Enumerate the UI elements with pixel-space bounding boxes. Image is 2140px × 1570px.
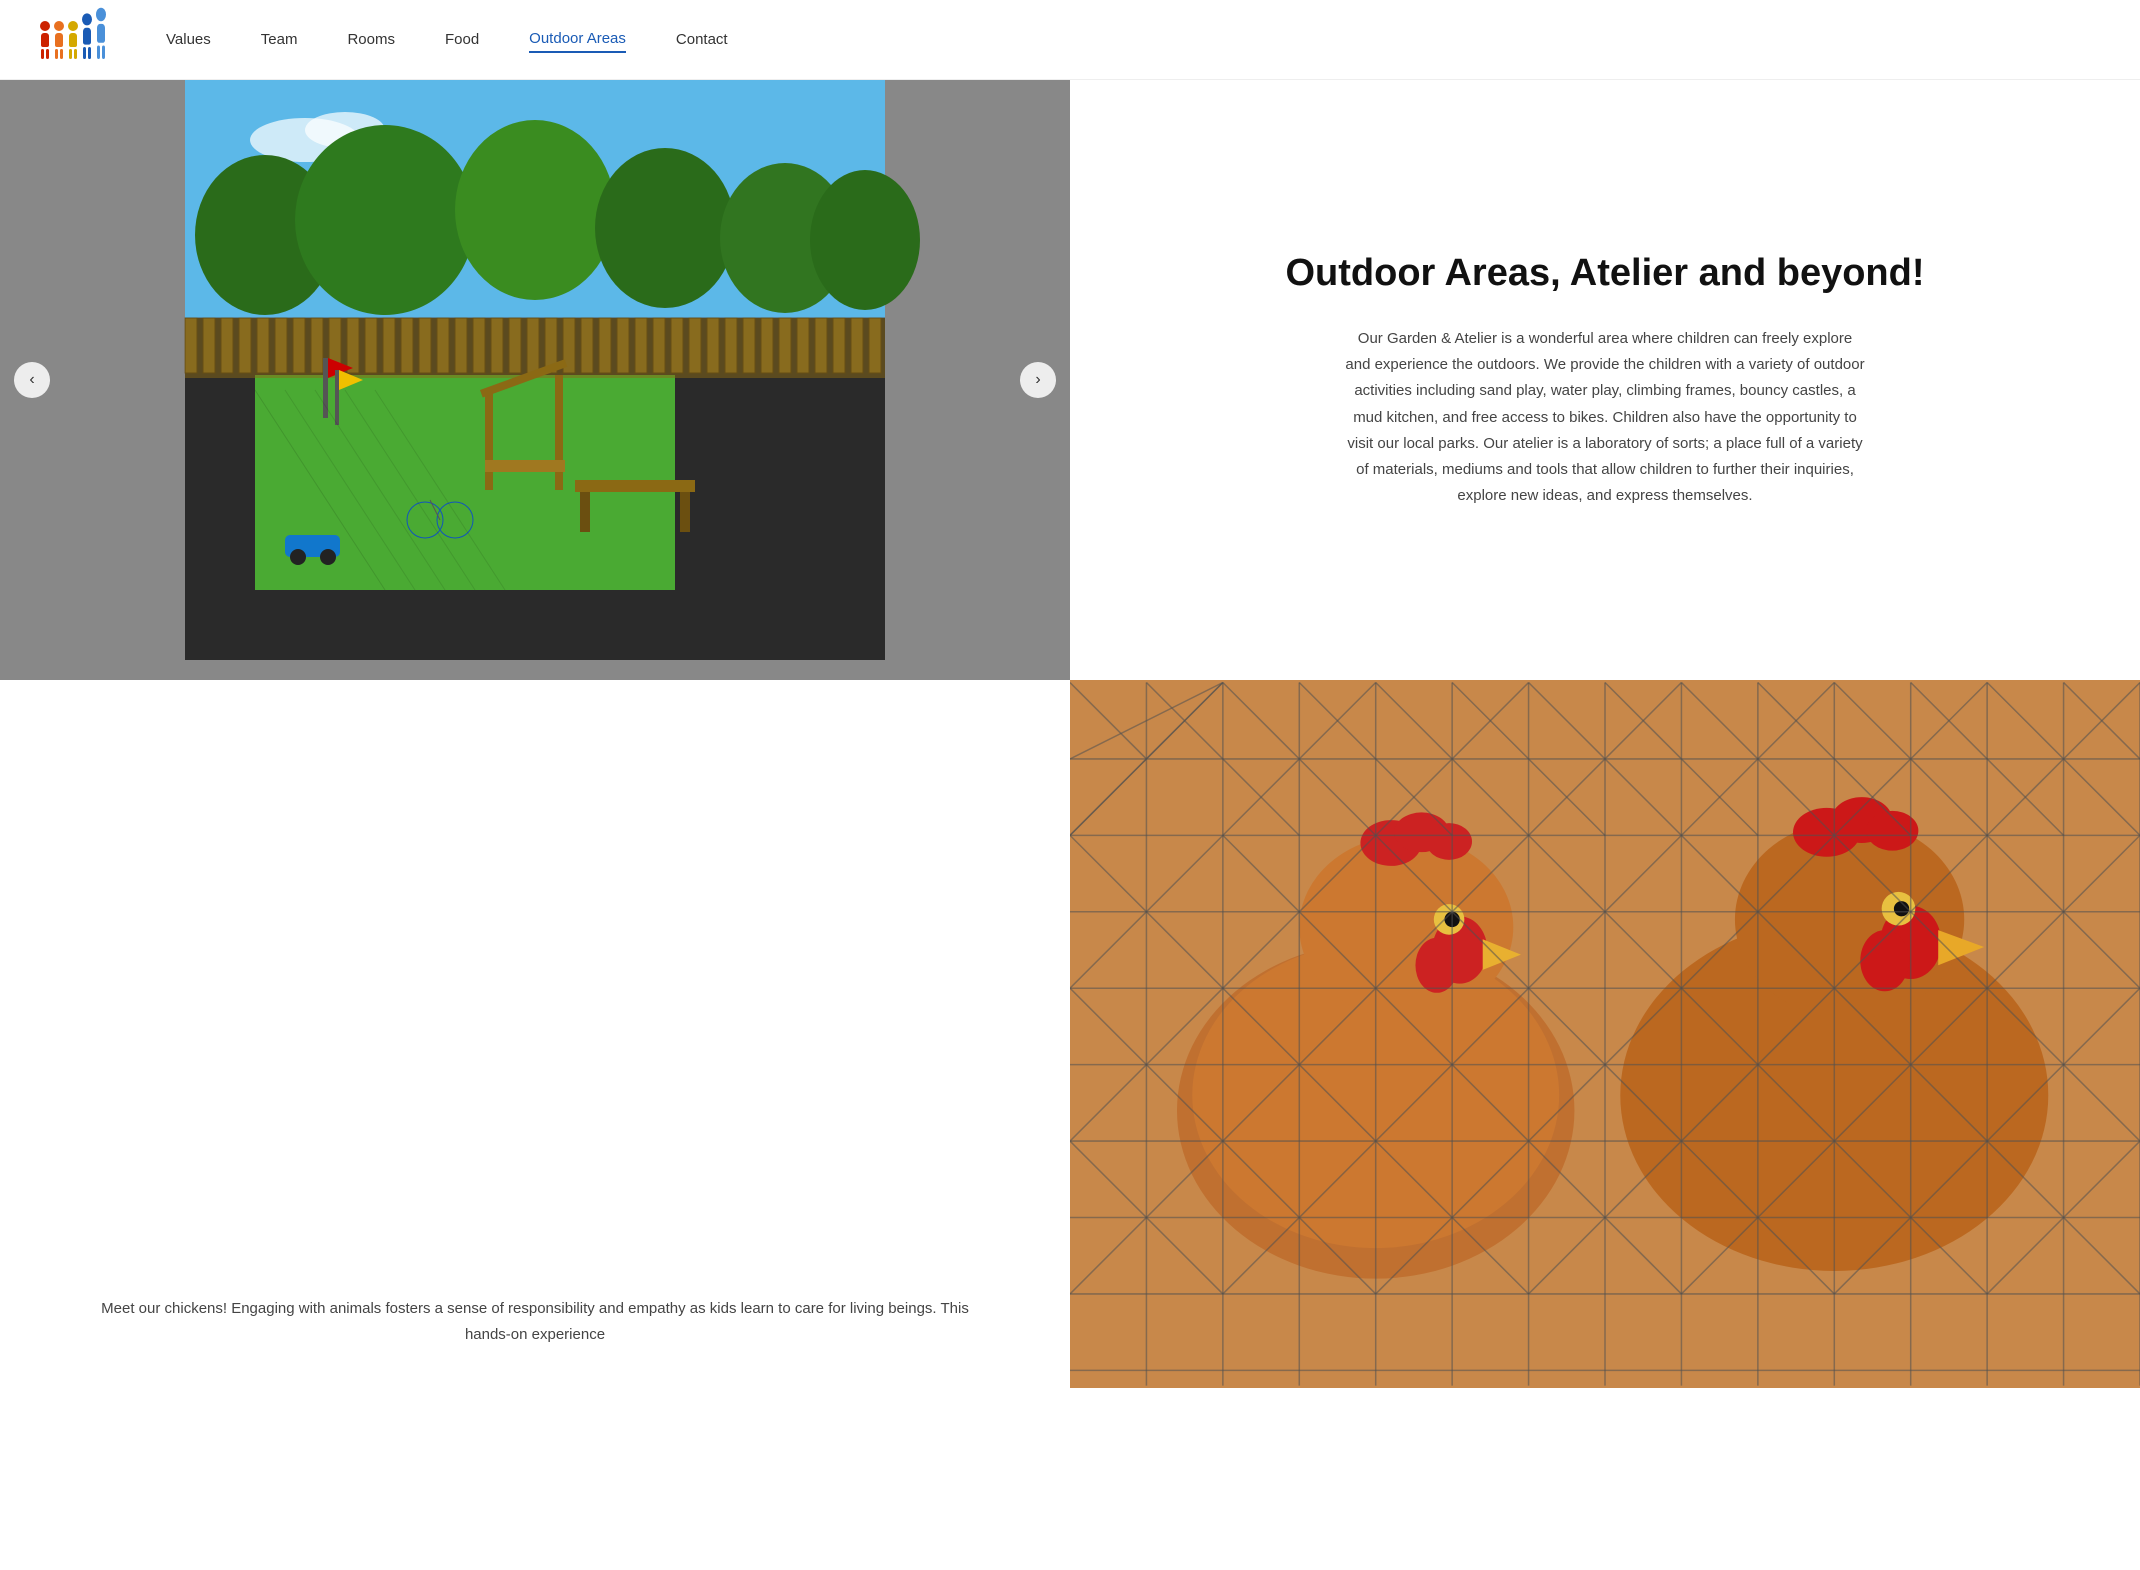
nav-food[interactable]: Food <box>445 27 479 52</box>
chicken-description: Meet our chickens! Engaging with animals… <box>80 1296 990 1349</box>
nav-outdoor-areas[interactable]: Outdoor Areas <box>529 26 626 53</box>
main-nav: Values Team Rooms Food Outdoor Areas Con… <box>166 26 728 53</box>
figure-orange <box>54 21 64 59</box>
nav-rooms[interactable]: Rooms <box>347 27 395 52</box>
slider-next-button[interactable]: › <box>1020 362 1056 398</box>
outdoor-text-panel: Outdoor Areas, Atelier and beyond! Our G… <box>1070 80 2140 680</box>
slider-prev-button[interactable]: ‹ <box>14 362 50 398</box>
chicken-image-panel <box>1070 680 2140 1388</box>
image-slider: ‹ › <box>0 80 1070 680</box>
figure-ltblue <box>96 7 106 58</box>
outdoor-description: Our Garden & Atelier is a wonderful area… <box>1345 326 1865 510</box>
nav-team[interactable]: Team <box>261 27 298 52</box>
chicken-illustration <box>1070 680 2140 1388</box>
playground-illustration <box>0 80 1070 660</box>
figure-red <box>40 21 50 59</box>
nav-contact[interactable]: Contact <box>676 27 728 52</box>
outdoor-title: Outdoor Areas, Atelier and beyond! <box>1285 250 1924 298</box>
site-header: Values Team Rooms Food Outdoor Areas Con… <box>0 0 2140 80</box>
chicken-section: Meet our chickens! Engaging with animals… <box>0 680 2140 1388</box>
nav-values[interactable]: Values <box>166 27 211 52</box>
figure-blue <box>82 13 92 59</box>
logo-figures <box>40 21 106 59</box>
figure-yellow <box>68 21 78 59</box>
logo <box>40 21 106 59</box>
chicken-text-panel: Meet our chickens! Engaging with animals… <box>0 680 1070 1388</box>
outdoor-top-section: ‹ › Outdoor Areas, Atelier and beyond! O… <box>0 80 2140 680</box>
